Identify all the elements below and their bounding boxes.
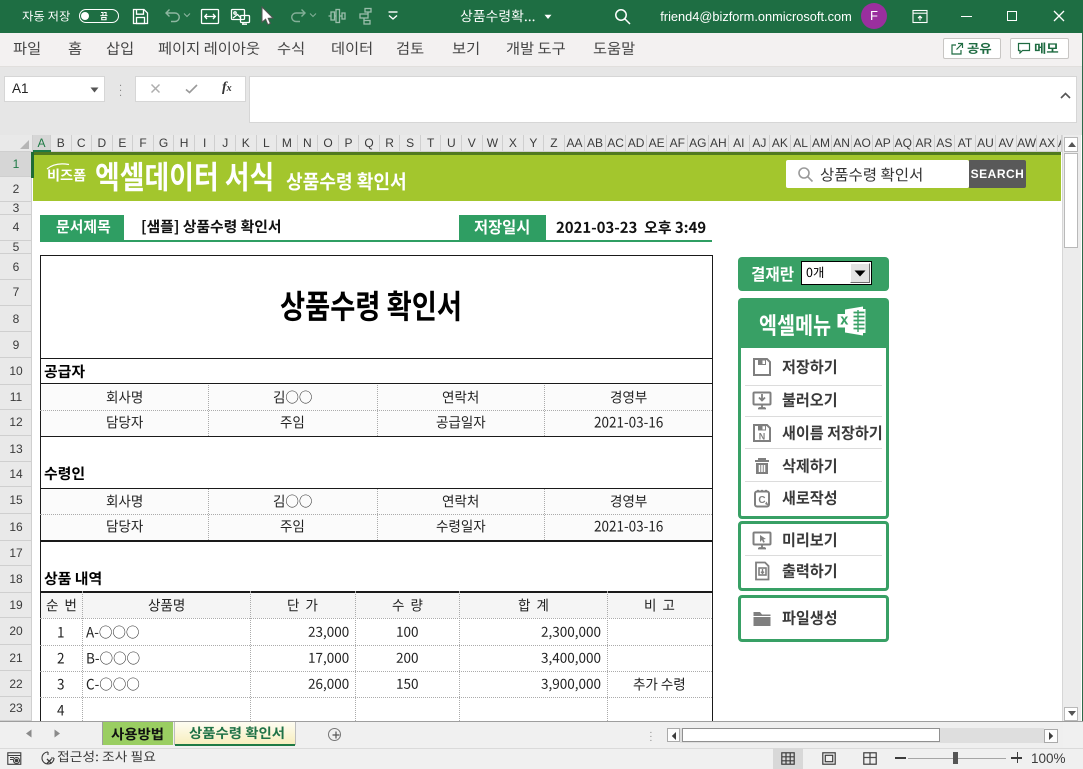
svg-text:N: N bbox=[759, 431, 766, 441]
svg-text:C: C bbox=[758, 495, 765, 506]
